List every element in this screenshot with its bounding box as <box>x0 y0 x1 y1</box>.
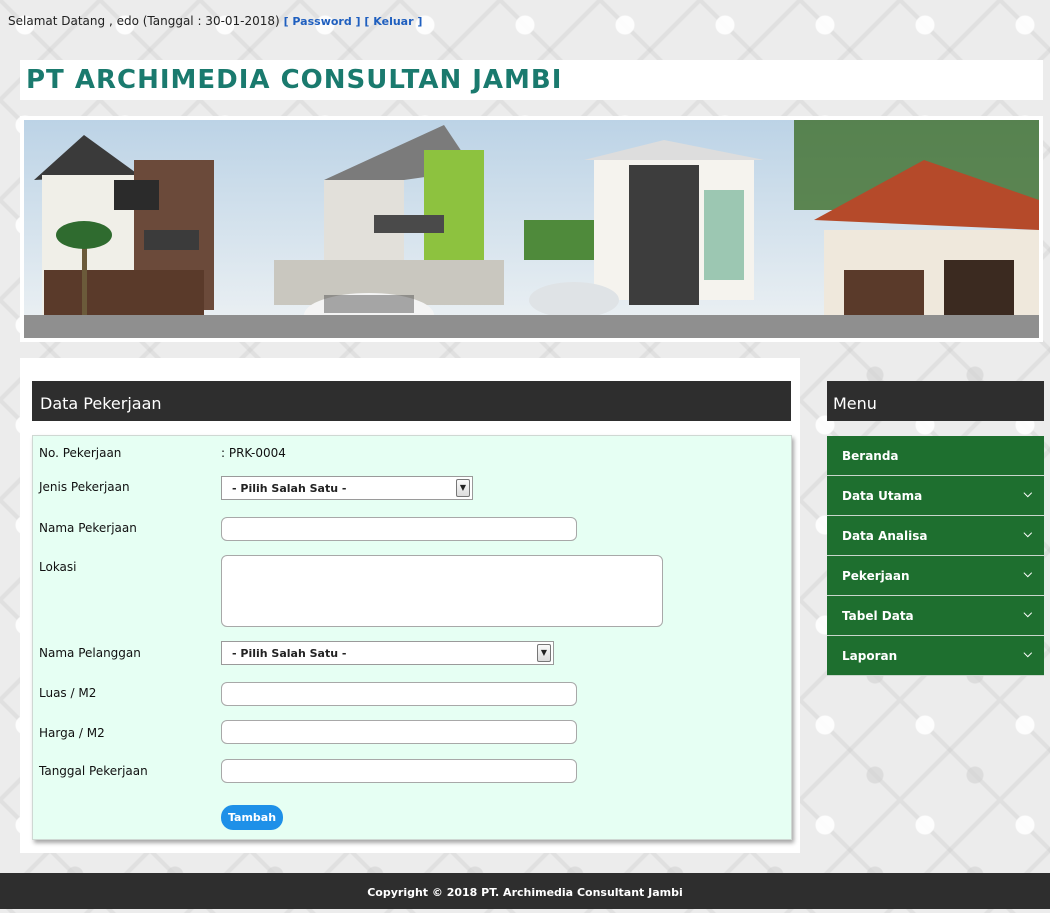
sidebar-item-label: Tabel Data <box>842 609 914 623</box>
job-form: No. Pekerjaan : PRK-0004 Jenis Pekerjaan… <box>32 435 792 840</box>
label-tanggal-pekerjaan: Tanggal Pekerjaan <box>39 764 148 778</box>
jenis-pekerjaan-selected: - Pilih Salah Satu - <box>232 482 347 495</box>
luas-input[interactable] <box>221 682 577 706</box>
chevron-down-icon: ⌵ <box>1023 487 1032 500</box>
sidebar-item-data-utama[interactable]: Data Utama ⌵ <box>827 476 1044 516</box>
sidebar-item-label: Data Utama <box>842 489 923 503</box>
menu-title: Menu <box>827 381 1044 421</box>
tanggal-pekerjaan-input[interactable] <box>221 759 577 783</box>
site-header: PT ARCHIMEDIA CONSULTAN JAMBI <box>20 60 1043 100</box>
sidebar-item-tabel-data[interactable]: Tabel Data ⌵ <box>827 596 1044 636</box>
harga-input[interactable] <box>221 720 577 744</box>
footer: Copyright © 2018 PT. Archimedia Consulta… <box>0 873 1050 909</box>
banner-image <box>24 120 1039 338</box>
sidebar-item-label: Laporan <box>842 649 898 663</box>
sidebar-item-label: Data Analisa <box>842 529 928 543</box>
label-jenis-pekerjaan: Jenis Pekerjaan <box>39 480 130 494</box>
chevron-down-icon: ⌵ <box>1023 647 1032 660</box>
logout-link[interactable]: [ Keluar ] <box>364 15 422 28</box>
label-no-pekerjaan: No. Pekerjaan <box>39 446 122 460</box>
label-harga: Harga / M2 <box>39 726 105 740</box>
value-no-pekerjaan: : PRK-0004 <box>221 446 286 460</box>
banner <box>20 116 1043 342</box>
chevron-down-icon: ⌵ <box>1023 567 1032 580</box>
nama-pelanggan-selected: - Pilih Salah Satu - <box>232 647 347 660</box>
chevron-down-icon: ⌵ <box>1023 607 1032 620</box>
welcome-bar: Selamat Datang , edo (Tanggal : 30-01-20… <box>8 14 422 28</box>
label-lokasi: Lokasi <box>39 560 77 574</box>
label-nama-pelanggan: Nama Pelanggan <box>39 646 141 660</box>
sidebar-menu: Beranda Data Utama ⌵ Data Analisa ⌵ Peke… <box>827 436 1044 676</box>
label-nama-pekerjaan: Nama Pekerjaan <box>39 521 137 535</box>
banner-houses-illustration <box>24 120 1039 338</box>
jenis-pekerjaan-select[interactable]: - Pilih Salah Satu - ▼ <box>221 476 473 500</box>
section-title: Data Pekerjaan <box>32 381 791 421</box>
copyright-text: Copyright © 2018 PT. Archimedia Consulta… <box>367 886 683 899</box>
sidebar-item-beranda[interactable]: Beranda <box>827 436 1044 476</box>
select-arrow-icon: ▼ <box>456 479 470 497</box>
sidebar-item-label: Beranda <box>842 449 899 463</box>
welcome-text: Selamat Datang , edo (Tanggal : 30-01-20… <box>8 14 280 28</box>
nama-pelanggan-select[interactable]: - Pilih Salah Satu - ▼ <box>221 641 554 665</box>
tambah-button[interactable]: Tambah <box>221 805 283 830</box>
sidebar-item-label: Pekerjaan <box>842 569 910 583</box>
select-arrow-icon: ▼ <box>537 644 551 662</box>
label-luas: Luas / M2 <box>39 686 97 700</box>
site-title: PT ARCHIMEDIA CONSULTAN JAMBI <box>26 65 563 95</box>
nama-pekerjaan-input[interactable] <box>221 517 577 541</box>
sidebar-item-pekerjaan[interactable]: Pekerjaan ⌵ <box>827 556 1044 596</box>
sidebar-item-laporan[interactable]: Laporan ⌵ <box>827 636 1044 676</box>
sidebar-item-data-analisa[interactable]: Data Analisa ⌵ <box>827 516 1044 556</box>
lokasi-textarea[interactable] <box>221 555 663 627</box>
chevron-down-icon: ⌵ <box>1023 527 1032 540</box>
password-link[interactable]: [ Password ] <box>284 15 361 28</box>
